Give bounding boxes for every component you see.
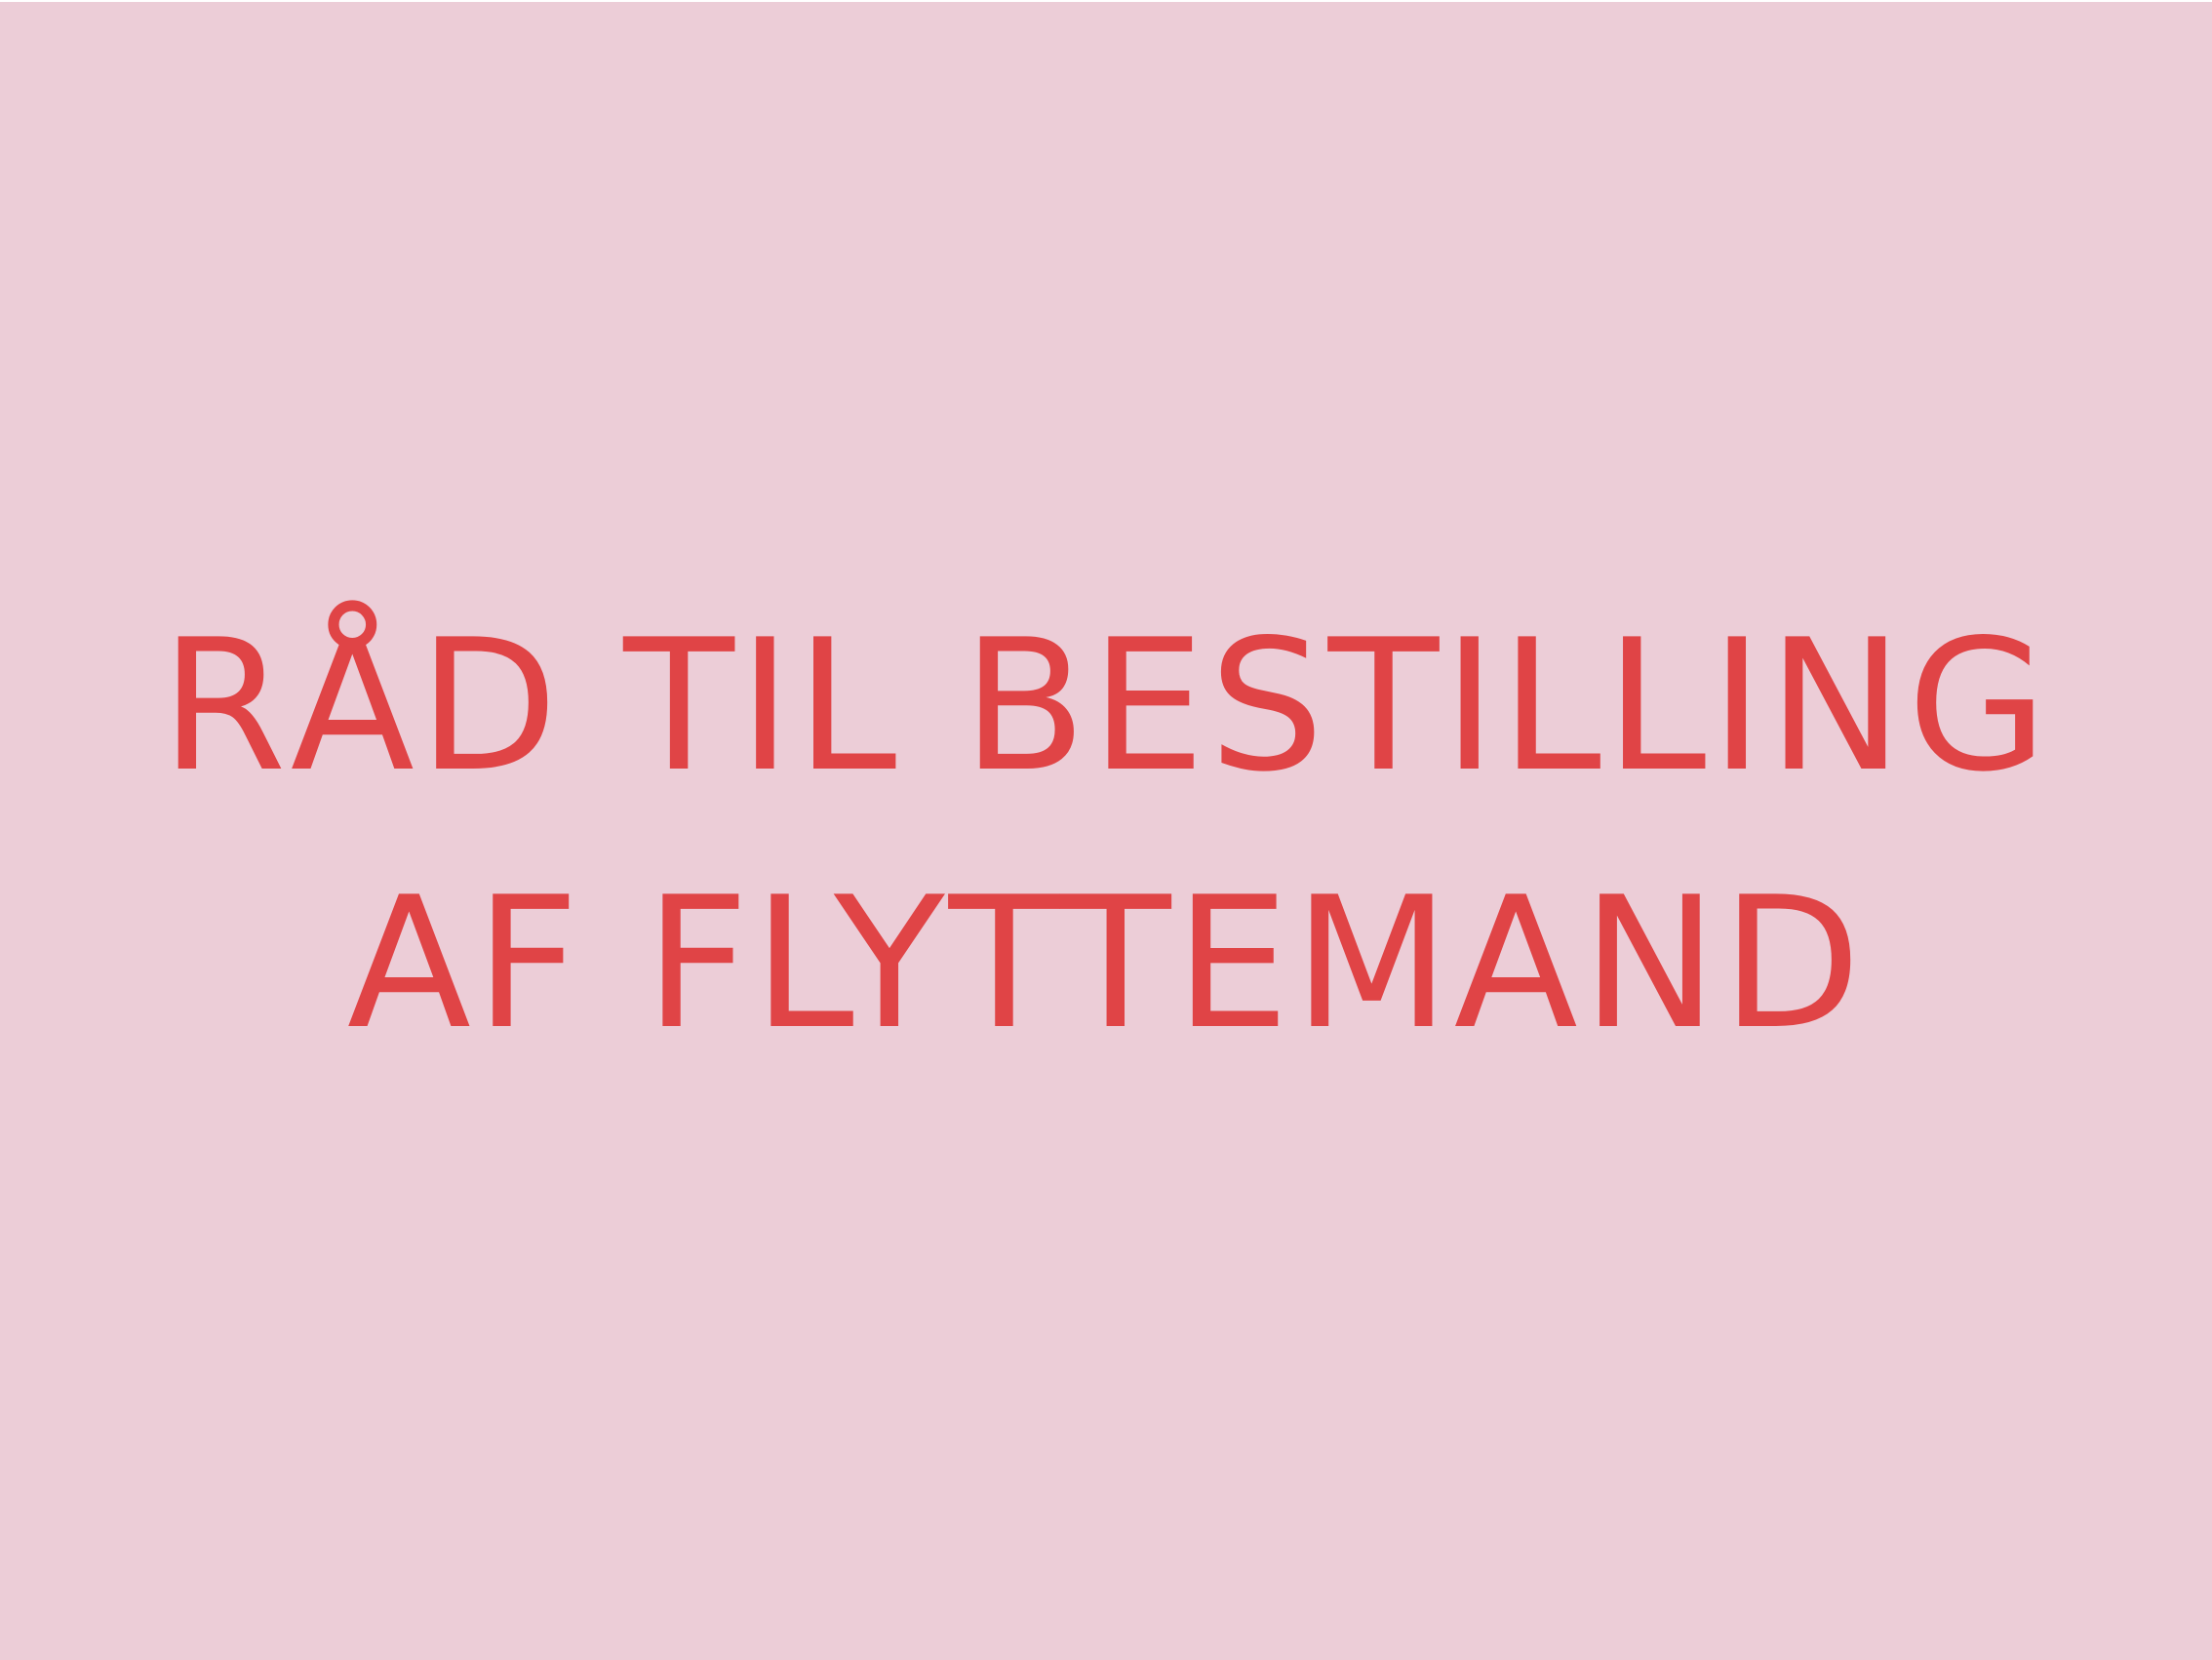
pink-background-panel: RÅD TIL BESTILLING AF FLYTTEMAND xyxy=(0,2,2212,1660)
headline-line-2: AF FLYTTEMAND xyxy=(346,857,1866,1069)
headline-line-1: RÅD TIL BESTILLING xyxy=(160,600,2052,811)
headline: RÅD TIL BESTILLING AF FLYTTEMAND xyxy=(0,577,2212,1092)
